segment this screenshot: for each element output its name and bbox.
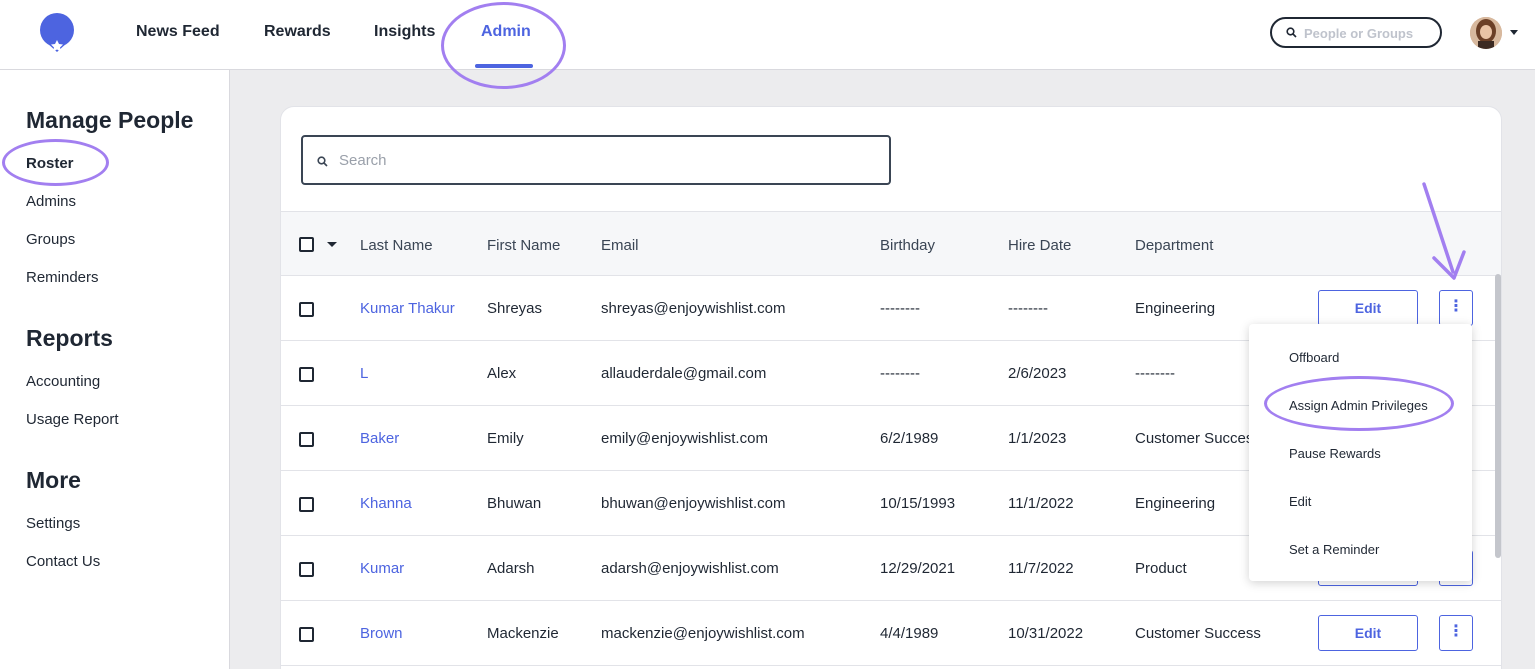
column-header-first-name[interactable]: First Name	[487, 237, 560, 254]
first-name-cell: Emily	[487, 430, 524, 447]
email-cell: allauderdale@gmail.com	[601, 365, 767, 382]
last-name-link[interactable]: Kumar	[360, 560, 404, 577]
hire-date-cell: 1/1/2023	[1008, 430, 1067, 447]
sidebar-item-usage-report[interactable]: Usage Report	[26, 411, 119, 428]
menu-item-assign-admin-privileges[interactable]: Assign Admin Privileges	[1289, 398, 1428, 413]
column-header-last-name[interactable]: Last Name	[360, 237, 433, 254]
column-header-hire-date[interactable]: Hire Date	[1008, 237, 1071, 254]
edit-button[interactable]: Edit	[1318, 615, 1418, 651]
menu-item-set-a-reminder[interactable]: Set a Reminder	[1289, 542, 1379, 557]
column-header-department[interactable]: Department	[1135, 237, 1213, 254]
row-checkbox[interactable]	[299, 562, 314, 577]
department-cell: Engineering	[1135, 300, 1216, 317]
first-name-cell: Bhuwan	[487, 495, 542, 512]
sidebar-heading-reports: Reports	[26, 325, 113, 351]
department-cell: Engineering	[1135, 495, 1216, 512]
email-cell: bhuwan@enjoywishlist.com	[601, 495, 786, 512]
last-name-link[interactable]: Baker	[360, 430, 399, 447]
more-options-icon[interactable]: ⋮	[1439, 615, 1473, 651]
bulk-actions-caret-icon[interactable]	[327, 242, 337, 247]
email-cell: adarsh@enjoywishlist.com	[601, 560, 779, 577]
hire-date-cell: 11/7/2022	[1008, 560, 1074, 577]
row-actions-menu: Offboard Assign Admin Privileges Pause R…	[1249, 324, 1472, 581]
menu-item-edit[interactable]: Edit	[1289, 494, 1311, 509]
people-groups-search[interactable]	[1270, 17, 1442, 48]
first-name-cell: Mackenzie	[487, 625, 559, 642]
people-groups-search-input[interactable]	[1304, 24, 1434, 42]
roster-search[interactable]	[301, 135, 891, 185]
hire-date-cell: 11/1/2022	[1008, 495, 1074, 512]
last-name-link[interactable]: Kumar Thakur	[360, 300, 455, 317]
table-header: Last Name First Name Email Birthday Hire…	[281, 211, 1501, 276]
row-checkbox[interactable]	[299, 627, 314, 642]
department-cell: --------	[1135, 365, 1175, 382]
nav-admin[interactable]: Admin	[481, 23, 531, 41]
sidebar-item-contact-us[interactable]: Contact Us	[26, 553, 100, 570]
column-header-email[interactable]: Email	[601, 237, 639, 254]
sidebar: Manage People Roster Admins Groups Remin…	[0, 70, 230, 669]
column-header-birthday[interactable]: Birthday	[880, 237, 935, 254]
last-name-link[interactable]: Brown	[360, 625, 403, 642]
user-avatar-image-icon	[1470, 17, 1502, 49]
birthday-cell: 6/2/1989	[880, 430, 939, 447]
search-icon	[317, 156, 328, 167]
table-row: Brown Mackenzie mackenzie@enjoywishlist.…	[281, 601, 1501, 666]
sidebar-item-reminders[interactable]: Reminders	[26, 269, 99, 286]
birthday-cell: 10/15/1993	[880, 495, 956, 512]
roster-search-input[interactable]	[339, 150, 839, 170]
sidebar-item-groups[interactable]: Groups	[26, 231, 75, 248]
row-checkbox[interactable]	[299, 367, 314, 382]
sidebar-heading-more: More	[26, 467, 81, 493]
hire-date-cell: --------	[1008, 300, 1048, 317]
sidebar-item-settings[interactable]: Settings	[26, 515, 80, 532]
nav-rewards[interactable]: Rewards	[264, 23, 331, 41]
last-name-link[interactable]: Khanna	[360, 495, 412, 512]
menu-item-offboard[interactable]: Offboard	[1289, 350, 1339, 365]
row-checkbox[interactable]	[299, 497, 314, 512]
row-checkbox[interactable]	[299, 432, 314, 447]
wishlist-logo-icon[interactable]	[38, 12, 78, 54]
hire-date-cell: 10/31/2022	[1008, 625, 1084, 642]
email-cell: mackenzie@enjoywishlist.com	[601, 625, 805, 642]
top-nav-bar: News Feed Rewards Insights Admin	[0, 0, 1535, 70]
sidebar-heading-manage-people: Manage People	[26, 107, 194, 133]
search-icon	[1286, 27, 1297, 38]
nav-news-feed[interactable]: News Feed	[136, 23, 220, 41]
department-cell: Product	[1135, 560, 1187, 577]
department-cell: Customer Success	[1135, 625, 1261, 642]
menu-item-pause-rewards[interactable]: Pause Rewards	[1289, 446, 1381, 461]
birthday-cell: --------	[880, 365, 920, 382]
first-name-cell: Adarsh	[487, 560, 535, 577]
annotation-arrow-icon	[1422, 182, 1466, 280]
select-all-checkbox[interactable]	[299, 237, 314, 252]
sidebar-item-accounting[interactable]: Accounting	[26, 373, 100, 390]
department-cell: Customer Success	[1135, 430, 1261, 447]
email-cell: emily@enjoywishlist.com	[601, 430, 768, 447]
edit-button[interactable]: Edit	[1318, 290, 1418, 326]
sidebar-item-admins[interactable]: Admins	[26, 193, 76, 210]
account-menu-caret-icon[interactable]	[1510, 30, 1518, 35]
first-name-cell: Shreyas	[487, 300, 543, 317]
birthday-cell: 12/29/2021	[880, 560, 956, 577]
more-options-icon[interactable]: ⋮	[1439, 290, 1473, 326]
first-name-cell: Alex	[487, 365, 517, 382]
email-cell: shreyas@enjoywishlist.com	[601, 300, 786, 317]
last-name-link[interactable]: L	[360, 365, 368, 382]
birthday-cell: --------	[880, 300, 920, 317]
birthday-cell: 4/4/1989	[880, 625, 939, 642]
nav-active-underline	[475, 64, 533, 68]
nav-insights[interactable]: Insights	[374, 23, 435, 41]
hire-date-cell: 2/6/2023	[1008, 365, 1067, 382]
table-scrollbar[interactable]	[1495, 274, 1501, 558]
row-checkbox[interactable]	[299, 302, 314, 317]
sidebar-item-roster[interactable]: Roster	[26, 155, 74, 172]
user-avatar[interactable]	[1470, 17, 1502, 49]
